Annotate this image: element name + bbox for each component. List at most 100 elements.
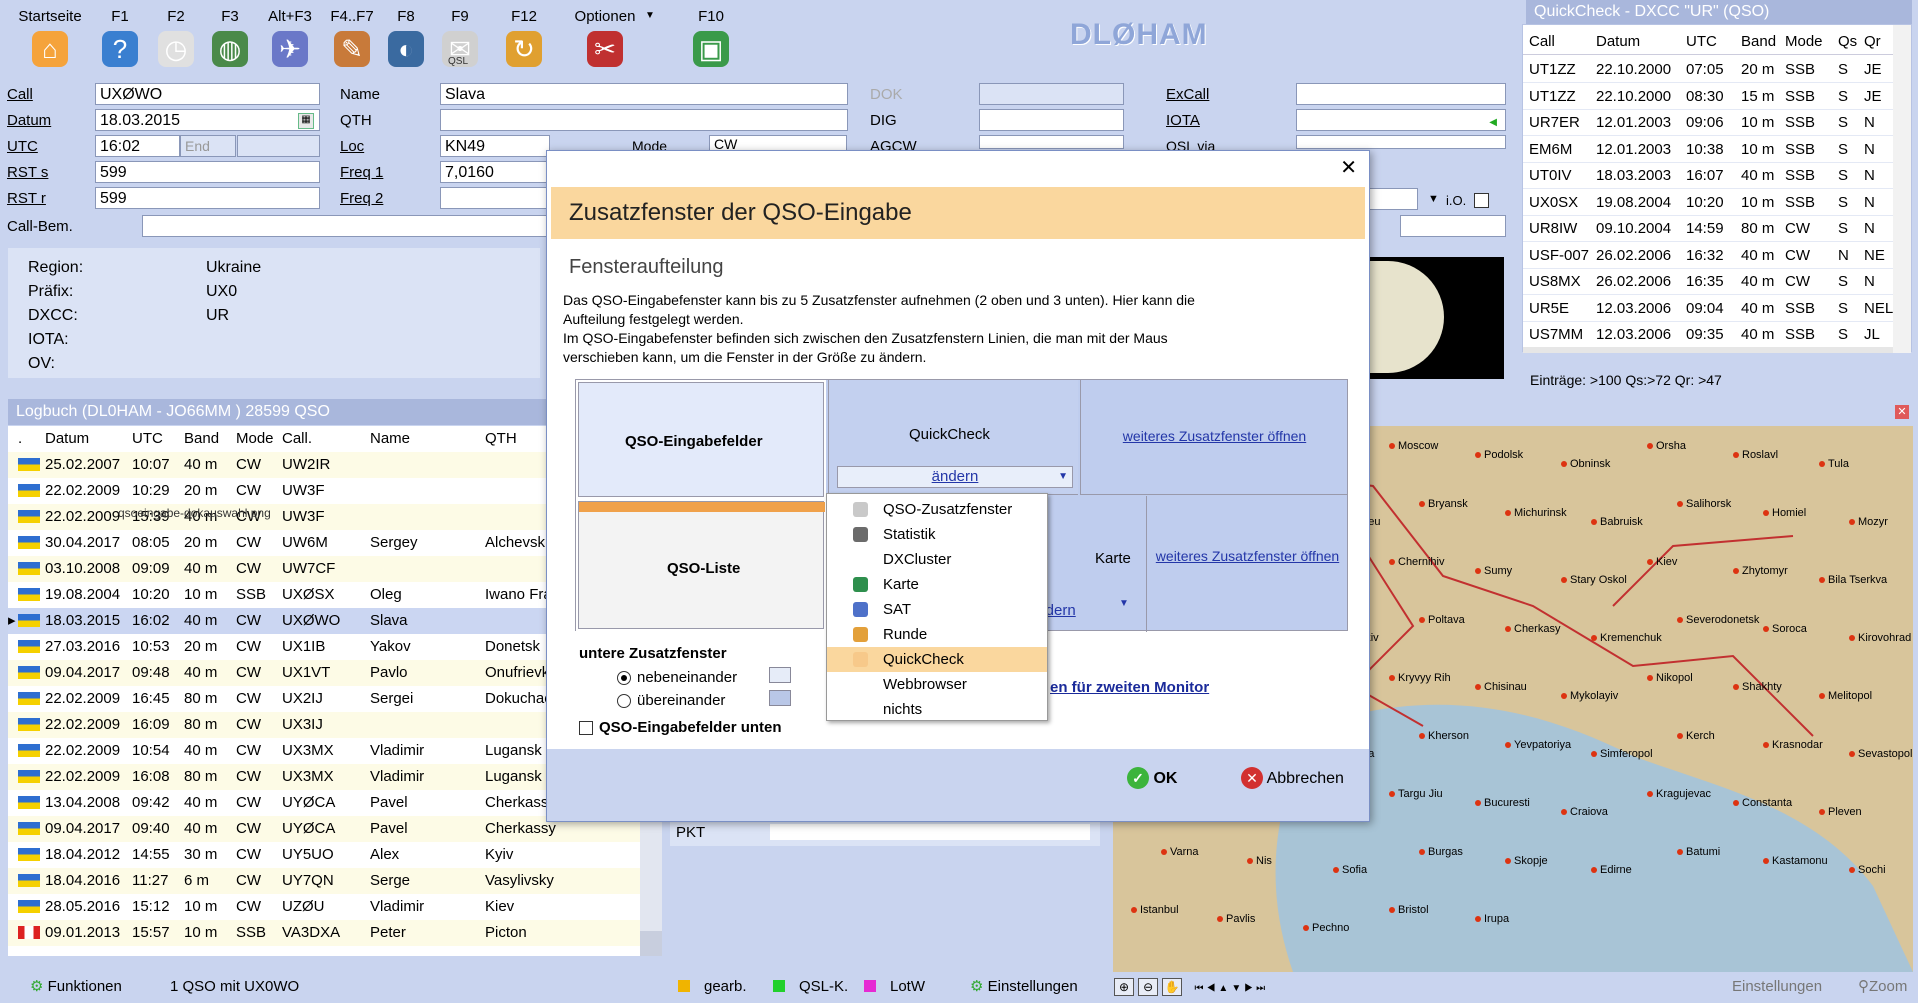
qc-cell-utc: 14:59 — [1686, 220, 1724, 237]
second-monitor-link[interactable]: en für zweiten Monitor — [1050, 679, 1209, 696]
extra-input[interactable] — [1400, 215, 1506, 237]
radio-button[interactable] — [617, 694, 631, 709]
pkt-input[interactable] — [770, 824, 1090, 840]
qc-col-utc[interactable]: UTC — [1686, 29, 1717, 55]
map-einstellungen[interactable]: Einstellungen — [1732, 972, 1822, 1001]
qc-row[interactable]: US8MX 26.02.2006 16:35 40 m CW S N — [1523, 269, 1893, 295]
radio-stack[interactable]: übereinander — [617, 692, 725, 709]
col-band[interactable]: Band — [184, 426, 219, 452]
dig-input[interactable] — [979, 109, 1124, 131]
end-input[interactable] — [237, 135, 320, 157]
qc-row[interactable]: UT1ZZ 22.10.2000 08:30 15 m SSB S JE — [1523, 84, 1893, 110]
qc-row[interactable]: UX0SX 19.08.2004 10:20 10 m SSB S N — [1523, 190, 1893, 216]
qslvia-select[interactable] — [1296, 135, 1506, 149]
menu-item-sat[interactable]: SAT — [827, 597, 1047, 622]
toolbar-button-f12[interactable]: F12 ↻ — [484, 8, 564, 67]
close-icon[interactable]: ✕ — [1895, 405, 1909, 419]
slot-top-right[interactable]: weiteres Zusatzfenster öffnen — [1080, 380, 1348, 495]
qc-cell-qr: N — [1864, 273, 1875, 290]
funktionen-button[interactable]: ⚙ Funktionen — [30, 972, 122, 1001]
city-label: Chisinau — [1484, 681, 1527, 693]
qth-input[interactable] — [440, 109, 848, 131]
zoom-out-icon[interactable]: ⊖ — [1138, 978, 1159, 996]
pan-icon[interactable]: ✋ — [1162, 978, 1183, 996]
callbem-input[interactable] — [142, 215, 550, 237]
excall-input[interactable] — [1296, 83, 1506, 105]
iota-select[interactable]: ◀ — [1296, 109, 1506, 131]
menu-item-webbrowser[interactable]: Webbrowser — [827, 672, 1047, 697]
freq1-input[interactable]: 7,0160 — [440, 161, 550, 183]
loc-input[interactable]: KN49 — [440, 135, 550, 157]
table-row[interactable]: 28.05.2016 15:12 10 m CW UZØU Vladimir Kiev — [8, 894, 640, 920]
qc-row[interactable]: US7MM 12.03.2006 09:35 40 m SSB S JL — [1523, 322, 1893, 348]
change-select-top[interactable]: ändern ▼ — [837, 466, 1073, 488]
menu-item-runde[interactable]: Runde — [827, 622, 1047, 647]
qc-col-datum[interactable]: Datum — [1596, 29, 1640, 55]
toolbar-button-f10[interactable]: F10 ▣ — [671, 8, 751, 67]
radio-button[interactable] — [617, 671, 631, 686]
rst-s-input[interactable]: 599 — [95, 161, 320, 183]
checkbox[interactable] — [579, 721, 593, 736]
qc-col-band[interactable]: Band — [1741, 29, 1776, 55]
zoom-in-icon[interactable]: ⊕ — [1114, 978, 1134, 996]
name-input[interactable]: Slava — [440, 83, 848, 105]
check-bottom[interactable]: QSO-Eingabefelder unten — [579, 719, 782, 736]
menu-item-karte[interactable]: Karte — [827, 572, 1047, 597]
qc-row[interactable]: USF-007 26.02.2006 16:32 40 m CW N NE — [1523, 243, 1893, 269]
freq2-input[interactable] — [440, 187, 550, 209]
qc-col-qr[interactable]: Qr — [1864, 29, 1881, 55]
nav-arrow-icons[interactable]: ⏮◀▲▼▶⏭ — [1195, 983, 1269, 994]
utc-input[interactable]: 16:02 — [95, 135, 180, 157]
side-by-side-icon — [769, 667, 791, 683]
table-row[interactable]: 18.04.2012 14:55 30 m CW UY5UO Alex Kyiv — [8, 842, 640, 868]
calendar-icon[interactable]: ▦ — [298, 113, 314, 129]
col-utc[interactable]: UTC — [132, 426, 163, 452]
qc-col-mode[interactable]: Mode — [1785, 29, 1823, 55]
qc-row[interactable]: UR7ER 12.01.2003 09:06 10 m SSB S N — [1523, 110, 1893, 136]
quickcheck-hscroll[interactable] — [1523, 347, 1893, 353]
city-label: Homiel — [1772, 507, 1807, 519]
map-zoom[interactable]: ⚲Zoom — [1858, 972, 1907, 1001]
menu-item-qso-zusatzfenster[interactable]: QSO-Zusatzfenster — [827, 497, 1047, 522]
io-dropdown-icon[interactable]: ▼ — [1428, 193, 1439, 205]
qc-row[interactable]: UT0IV 18.03.2003 16:07 40 m SSB S N — [1523, 163, 1893, 189]
menu-item-dxcluster[interactable]: DXCluster — [827, 547, 1047, 572]
einstellungen-button[interactable]: ⚙ Einstellungen — [970, 972, 1078, 1001]
qc-row[interactable]: UR8IW 09.10.2004 14:59 80 m CW S N — [1523, 216, 1893, 242]
toolbar-button-startseite[interactable]: Startseite ⌂ — [10, 8, 90, 67]
close-icon[interactable]: ✕ — [1340, 155, 1357, 180]
menu-item-nichts[interactable]: nichts — [827, 697, 1047, 722]
cell-mode: CW — [236, 846, 261, 863]
agcw-input[interactable] — [979, 135, 1124, 149]
qc-col-qs[interactable]: Qs — [1838, 29, 1857, 55]
slot-bottom-right[interactable]: weiteres Zusatzfenster öffnen — [1146, 496, 1348, 632]
col-datum[interactable]: Datum — [45, 426, 89, 452]
table-row[interactable]: 09.01.2013 15:57 10 m SSB VA3DXA Peter Picton — [8, 920, 640, 946]
io-checkbox[interactable] — [1474, 193, 1489, 208]
menu-item-statistik[interactable]: Statistik — [827, 522, 1047, 547]
cancel-button[interactable]: ✕ Abbrechen — [1241, 767, 1344, 789]
col-name[interactable]: Name — [370, 426, 410, 452]
qc-cell-mode: SSB — [1785, 193, 1816, 211]
qc-row[interactable]: EM6M 12.01.2003 10:38 10 m SSB S N — [1523, 137, 1893, 163]
qc-row[interactable]: UR5E 12.03.2006 09:04 40 m SSB S NEL — [1523, 296, 1893, 322]
call-input[interactable]: UXØWO — [95, 83, 320, 105]
qc-col-call[interactable]: Call — [1529, 29, 1555, 55]
end-field[interactable]: End — [180, 135, 236, 157]
toolbar-button-optionen[interactable]: Optionen ✂ ▼ — [565, 8, 655, 67]
quickcheck-scrollbar[interactable] — [1893, 25, 1911, 353]
radio-side[interactable]: nebeneinander — [617, 669, 737, 686]
col-qth[interactable]: QTH — [485, 426, 517, 452]
table-row[interactable]: 18.04.2016 11:27 6 m CW UY7QN Serge Vasylivsky — [8, 868, 640, 894]
qsl-input[interactable] — [1368, 188, 1418, 210]
dok-input[interactable] — [979, 83, 1124, 105]
qc-row[interactable]: UT1ZZ 22.10.2000 07:05 20 m SSB S JE — [1523, 57, 1893, 83]
col-mode[interactable]: Mode — [236, 426, 274, 452]
ok-button[interactable]: ✓ OK — [1127, 767, 1177, 789]
col-call[interactable]: Call. — [282, 426, 312, 452]
map-controls[interactable]: ⊕ ⊖ ✋ ⏮◀▲▼▶⏭ — [1114, 972, 1354, 1001]
rst-r-input[interactable]: 599 — [95, 187, 320, 209]
chevron-down-icon[interactable]: ▼ — [645, 10, 655, 21]
datum-input[interactable]: 18.03.2015 — [95, 109, 320, 131]
menu-item-quickcheck[interactable]: QuickCheck — [827, 647, 1047, 672]
